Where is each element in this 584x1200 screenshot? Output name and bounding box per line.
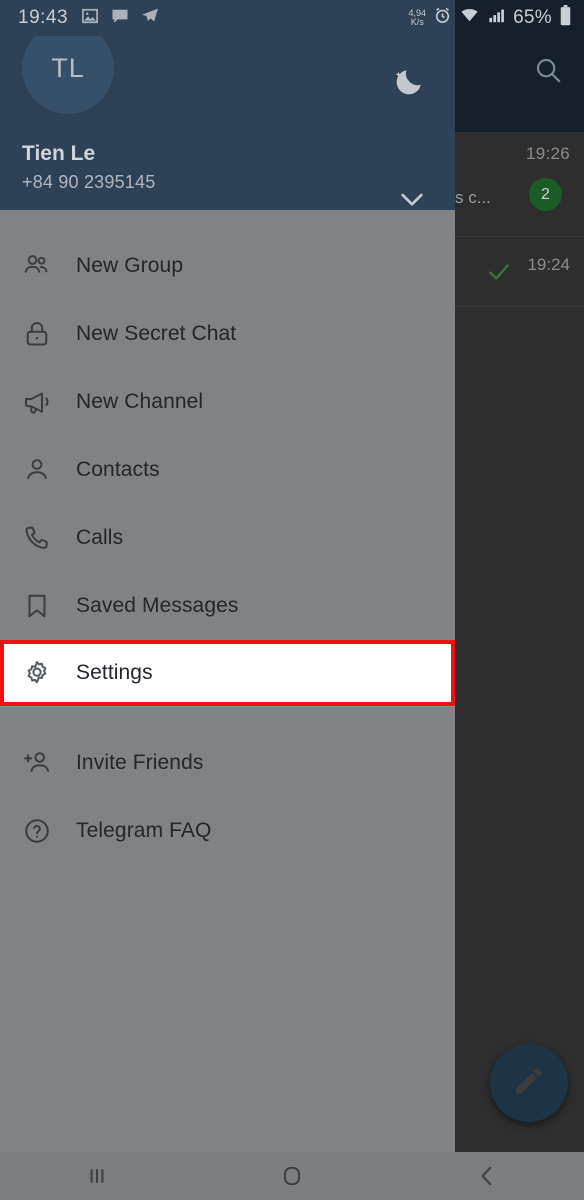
network-speed: 4,94 K/s	[409, 9, 427, 27]
avatar-initials: TL	[51, 52, 85, 83]
chat-list-item[interactable]: 19:26 s c... 2	[455, 132, 584, 237]
recents-button[interactable]	[42, 1152, 152, 1200]
status-bar-clock: 19:43	[18, 7, 69, 28]
person-icon	[22, 455, 76, 485]
system-navigation-bar[interactable]	[0, 1152, 584, 1200]
drawer-menu[interactable]: New Group New Secret Chat New Channel Co…	[0, 210, 455, 865]
network-speed-unit: K/s	[410, 17, 424, 27]
check-icon	[486, 259, 512, 290]
status-bar: 19:43	[0, 0, 455, 36]
menu-item-label: New Secret Chat	[76, 322, 237, 345]
question-circle-icon	[22, 816, 76, 846]
back-button[interactable]	[432, 1152, 542, 1200]
menu-item-contacts[interactable]: Contacts	[0, 436, 455, 504]
status-bar-notification-icons	[80, 6, 160, 31]
battery-icon	[559, 5, 572, 31]
menu-item-invite-friends[interactable]: Invite Friends	[0, 729, 455, 797]
wifi-icon	[459, 6, 480, 30]
bookmark-icon	[22, 591, 76, 621]
menu-item-telegram-faq[interactable]: Telegram FAQ	[0, 797, 455, 865]
unread-count-badge: 2	[529, 178, 562, 211]
menu-item-label: Invite Friends	[76, 751, 204, 774]
compose-fab-button[interactable]	[490, 1044, 568, 1122]
menu-item-label: Telegram FAQ	[76, 819, 212, 842]
lock-icon	[22, 319, 76, 349]
status-bar-system-icons: 4,94 K/s 65%	[400, 0, 584, 36]
chat-list[interactable]: 19:26 s c... 2 19:24	[455, 132, 584, 1152]
menu-item-new-channel[interactable]: New Channel	[0, 368, 455, 436]
menu-item-settings[interactable]: Settings	[0, 640, 455, 706]
battery-percentage: 65%	[513, 7, 552, 28]
telegram-icon	[140, 6, 160, 31]
signal-icon	[487, 6, 506, 30]
menu-item-label: New Channel	[76, 390, 204, 413]
gear-icon	[22, 658, 76, 688]
chat-icon	[110, 6, 130, 31]
moon-icon[interactable]	[385, 60, 431, 106]
menu-item-label: New Group	[76, 254, 184, 277]
photo-icon	[80, 6, 100, 31]
menu-item-new-group[interactable]: New Group	[0, 232, 455, 300]
menu-item-new-secret-chat[interactable]: New Secret Chat	[0, 300, 455, 368]
profile-phone: +84 90 2395145	[22, 172, 156, 192]
megaphone-icon	[22, 387, 76, 417]
alarm-icon	[433, 6, 452, 30]
menu-item-calls[interactable]: Calls	[0, 504, 455, 572]
group-icon	[22, 251, 76, 281]
menu-section-spacer	[0, 707, 455, 729]
menu-item-label: Contacts	[76, 458, 160, 481]
phone-icon	[22, 523, 76, 553]
home-button[interactable]	[237, 1152, 347, 1200]
profile-name: Tien Le	[22, 142, 96, 165]
chat-message-preview: s c...	[455, 188, 491, 207]
chat-timestamp: 19:26	[525, 144, 570, 163]
person-add-icon	[22, 748, 76, 778]
menu-item-saved-messages[interactable]: Saved Messages	[0, 572, 455, 640]
navigation-drawer[interactable]: TL Tien Le +84 90 2395145 New Group New …	[0, 0, 455, 1152]
pencil-icon	[512, 1064, 546, 1103]
chat-timestamp: 19:24	[527, 255, 570, 274]
search-icon[interactable]	[528, 50, 568, 90]
menu-top-spacer	[0, 210, 455, 232]
chat-list-item[interactable]: 19:24	[455, 237, 584, 307]
menu-item-label: Saved Messages	[76, 594, 239, 617]
menu-item-label: Settings	[76, 661, 153, 684]
menu-item-label: Calls	[76, 526, 124, 549]
